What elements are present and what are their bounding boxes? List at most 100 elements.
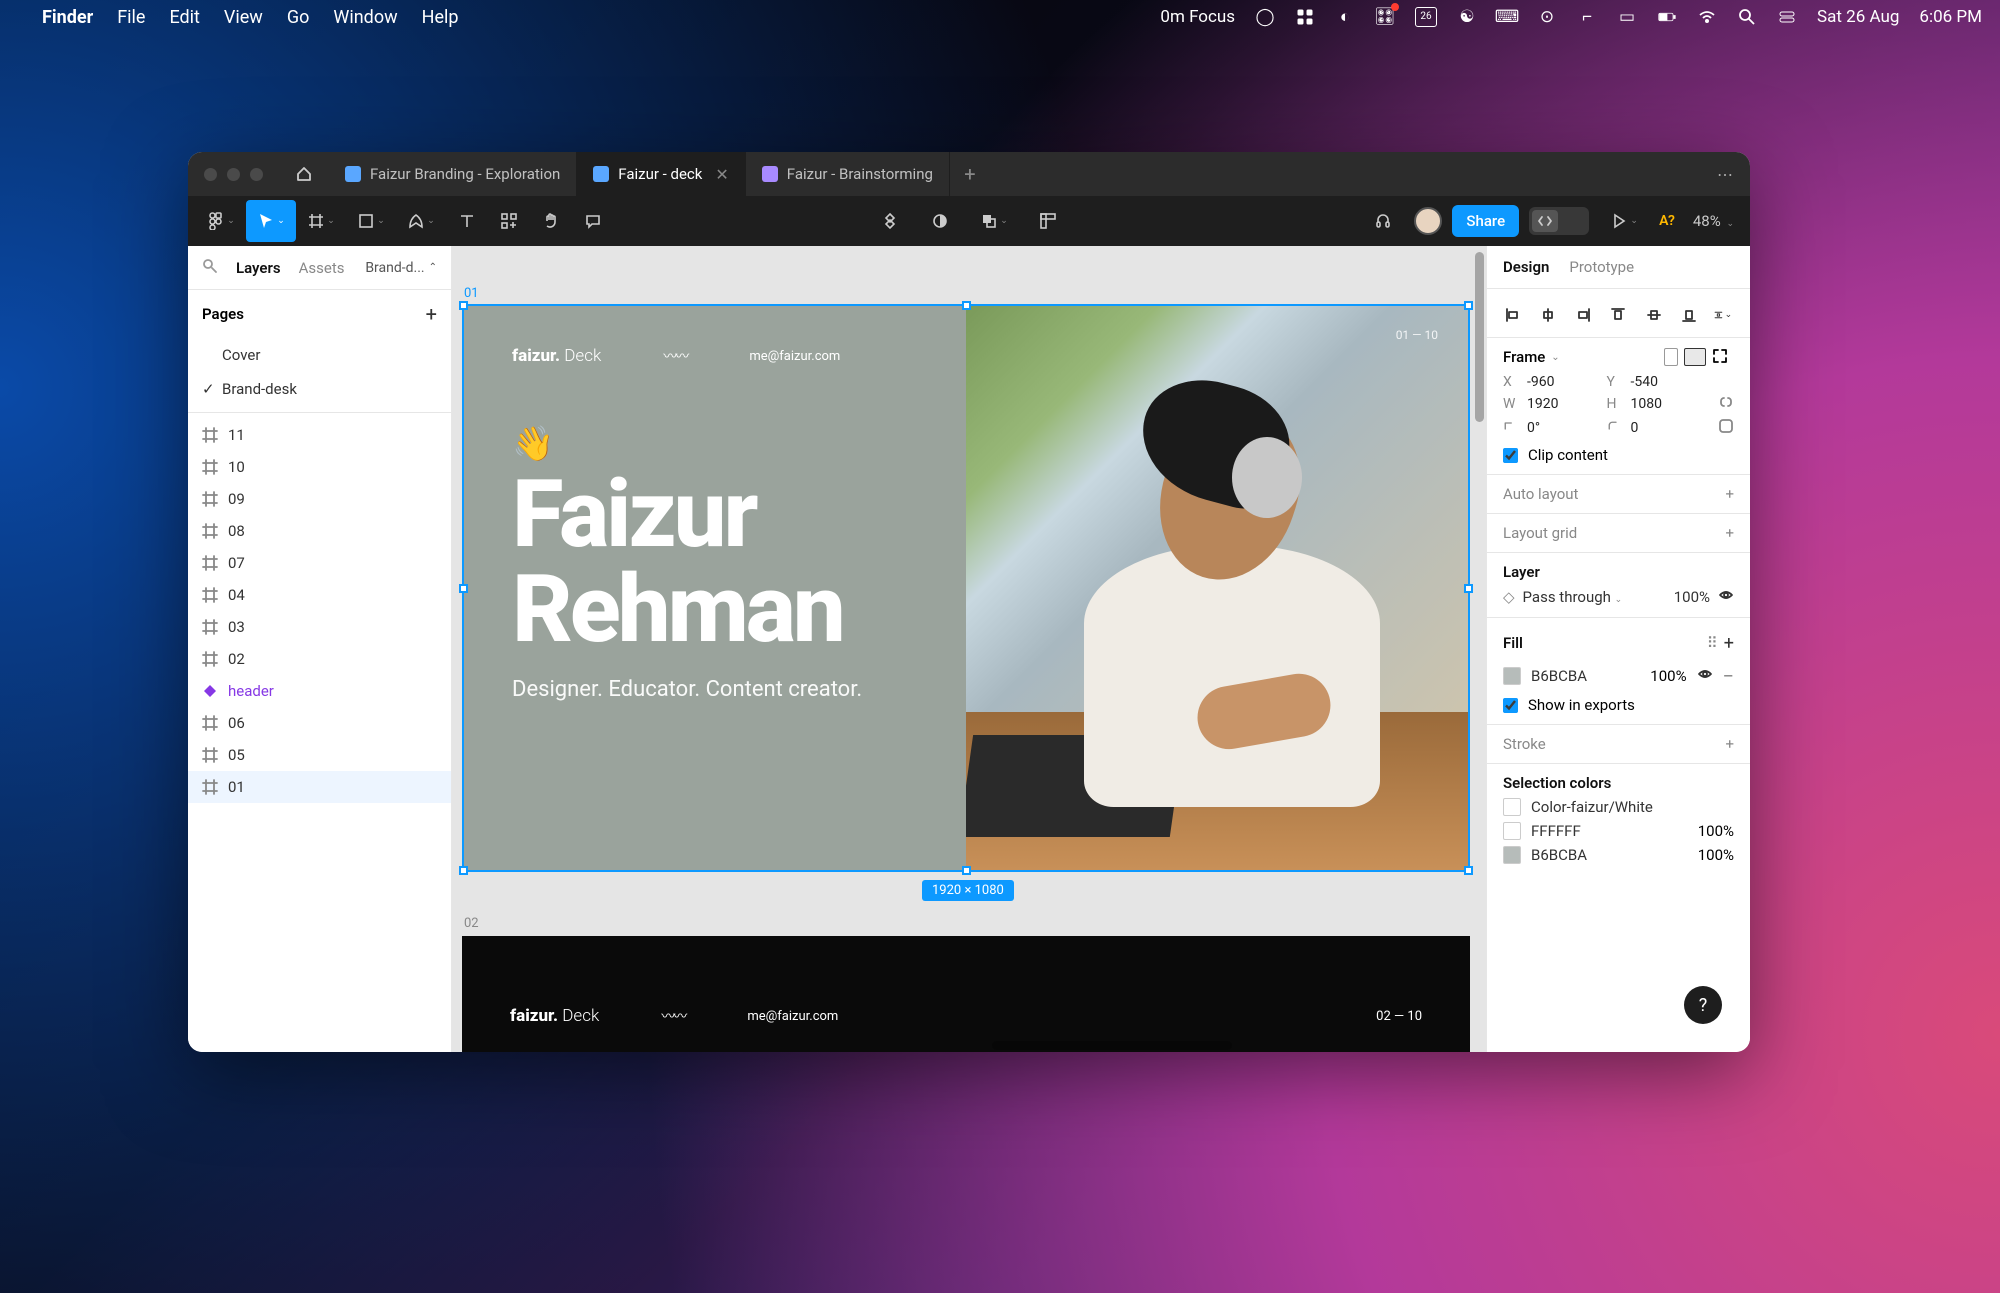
zoom-level[interactable]: 48% ⌄	[1693, 212, 1734, 230]
figma-menubar-icon[interactable]	[1295, 7, 1315, 27]
menu-view[interactable]: View	[224, 7, 263, 28]
layers-tab[interactable]: Layers	[236, 259, 281, 277]
resources-tool[interactable]	[488, 200, 530, 242]
horizontal-scrollbar[interactable]	[992, 1041, 1232, 1050]
play-circle-icon[interactable]: ⊙	[1537, 7, 1557, 27]
text-tool[interactable]	[446, 200, 488, 242]
rotation-input[interactable]: 0°	[1527, 420, 1599, 436]
component-tool[interactable]	[869, 200, 911, 242]
fill-opacity-input[interactable]: 100%	[1650, 667, 1686, 685]
add-page-button[interactable]: +	[426, 302, 437, 326]
opacity-input[interactable]: 100%	[1674, 588, 1710, 606]
layer-item-06[interactable]: 06	[188, 707, 451, 739]
y-input[interactable]: -540	[1631, 374, 1703, 390]
layer-item-08[interactable]: 08	[188, 515, 451, 547]
comment-tool[interactable]	[572, 200, 614, 242]
screen-icon[interactable]: ⌐	[1577, 7, 1597, 27]
move-tool[interactable]: ⌄	[246, 200, 296, 242]
layer-item-01[interactable]: 01	[188, 771, 451, 803]
user-avatar[interactable]	[1414, 207, 1442, 235]
blend-mode-select[interactable]: Pass through ⌄	[1523, 588, 1666, 606]
tab-faizur-deck[interactable]: Faizur - deck✕	[577, 152, 746, 196]
page-cover[interactable]: Cover	[188, 338, 451, 372]
calendar-icon[interactable]: 26	[1415, 7, 1437, 27]
figma-menu-button[interactable]: ⌄	[196, 200, 246, 242]
add-autolayout-button[interactable]: +	[1725, 485, 1734, 503]
menu-window[interactable]: Window	[333, 7, 397, 28]
menubar-time[interactable]: 6:06 PM	[1919, 7, 1982, 27]
missing-fonts-badge[interactable]: A?	[1659, 213, 1675, 229]
layer-item-05[interactable]: 05	[188, 739, 451, 771]
layer-item-09[interactable]: 09	[188, 483, 451, 515]
fill-hex-input[interactable]: B6BCBA	[1531, 667, 1640, 685]
w-input[interactable]: 1920	[1527, 396, 1599, 412]
prototype-tab[interactable]: Prototype	[1569, 258, 1634, 276]
focus-status[interactable]: 0m Focus	[1160, 7, 1235, 27]
layer-item-11[interactable]: 11	[188, 419, 451, 451]
new-tab-button[interactable]: +	[950, 152, 990, 196]
display-icon[interactable]: ▭	[1617, 7, 1637, 27]
assets-tab[interactable]: Assets	[299, 259, 345, 277]
spiral-icon[interactable]: ☯	[1457, 7, 1477, 27]
frame-label-02[interactable]: 02	[464, 916, 479, 931]
focus-icon[interactable]: ◯	[1255, 7, 1275, 27]
frame-tool[interactable]: ⌄	[296, 200, 346, 242]
resize-fit-icon[interactable]	[1712, 348, 1734, 366]
layer-item-header[interactable]: header	[188, 675, 451, 707]
frame-section-title[interactable]: Frame	[1503, 348, 1545, 366]
search-icon[interactable]	[202, 258, 218, 278]
distribute-icon[interactable]: ⌄	[1714, 305, 1734, 325]
shape-tool[interactable]: ⌄	[346, 200, 396, 242]
autolayout-title[interactable]: Auto layout	[1503, 485, 1578, 503]
figma-home-tab[interactable]	[279, 152, 329, 196]
mask-tool[interactable]	[919, 200, 961, 242]
page-brand-desk[interactable]: ✓Brand-desk	[188, 372, 451, 406]
fill-swatch[interactable]	[1503, 667, 1521, 685]
align-vcenter-icon[interactable]	[1644, 305, 1664, 325]
tab-brainstorming[interactable]: Faizur - Brainstorming	[746, 152, 950, 196]
selection-color-row[interactable]: FFFFFF100%	[1503, 822, 1734, 840]
fill-styles-icon[interactable]: ⠿	[1707, 634, 1718, 652]
visibility-icon[interactable]	[1718, 587, 1734, 607]
selection-color-row[interactable]: B6BCBA100%	[1503, 846, 1734, 864]
menu-go[interactable]: Go	[287, 7, 310, 28]
vertical-scrollbar[interactable]	[1475, 252, 1484, 422]
blend-icon[interactable]: ◇	[1503, 588, 1515, 606]
present-button[interactable]: ⌄	[1599, 200, 1649, 242]
layer-item-10[interactable]: 10	[188, 451, 451, 483]
align-bottom-icon[interactable]	[1679, 305, 1699, 325]
constrain-icon[interactable]	[1718, 394, 1734, 414]
align-hcenter-icon[interactable]	[1538, 305, 1558, 325]
selection-color-row[interactable]: Color-faizur/White	[1503, 798, 1734, 816]
menubar-app-name[interactable]: Finder	[42, 7, 93, 28]
color-swatch[interactable]	[1503, 798, 1521, 816]
show-in-exports-checkbox[interactable]	[1503, 698, 1518, 713]
window-traffic-lights[interactable]	[188, 152, 279, 196]
page-dropdown[interactable]: Brand-d... ⌃	[365, 260, 437, 276]
align-left-icon[interactable]	[1503, 305, 1523, 325]
layer-item-07[interactable]: 07	[188, 547, 451, 579]
wifi-icon[interactable]	[1697, 7, 1717, 27]
tab-branding-exploration[interactable]: Faizur Branding - Exploration	[329, 152, 577, 196]
align-right-icon[interactable]	[1573, 305, 1593, 325]
control-center-icon[interactable]	[1777, 7, 1797, 27]
canvas-frame-02[interactable]: faizur. Deck 〰〰 me@faizur.com 02 — 10	[462, 936, 1470, 1052]
frame-label-01[interactable]: 01	[464, 286, 479, 301]
x-input[interactable]: -960	[1527, 374, 1599, 390]
stroke-title[interactable]: Stroke	[1503, 735, 1546, 753]
layoutgrid-title[interactable]: Layout grid	[1503, 524, 1577, 542]
dev-tool[interactable]	[1027, 200, 1069, 242]
creative-cloud-icon[interactable]: ◐	[1335, 7, 1355, 27]
tab-overflow-button[interactable]: ⋯	[1700, 152, 1750, 196]
close-icon[interactable]: ✕	[715, 165, 728, 184]
layer-item-04[interactable]: 04	[188, 579, 451, 611]
corner-input[interactable]: 0	[1631, 420, 1703, 436]
color-swatch[interactable]	[1503, 822, 1521, 840]
remove-fill-button[interactable]: −	[1723, 664, 1734, 688]
menu-edit[interactable]: Edit	[169, 7, 199, 28]
help-button[interactable]: ?	[1684, 986, 1722, 1024]
layer-item-02[interactable]: 02	[188, 643, 451, 675]
add-fill-button[interactable]: +	[1724, 633, 1734, 654]
orientation-portrait-icon[interactable]	[1664, 348, 1678, 366]
canvas-frame-01[interactable]: faizur. Deck 〰〰 me@faizur.com 👋 Faizur R…	[462, 304, 1470, 872]
